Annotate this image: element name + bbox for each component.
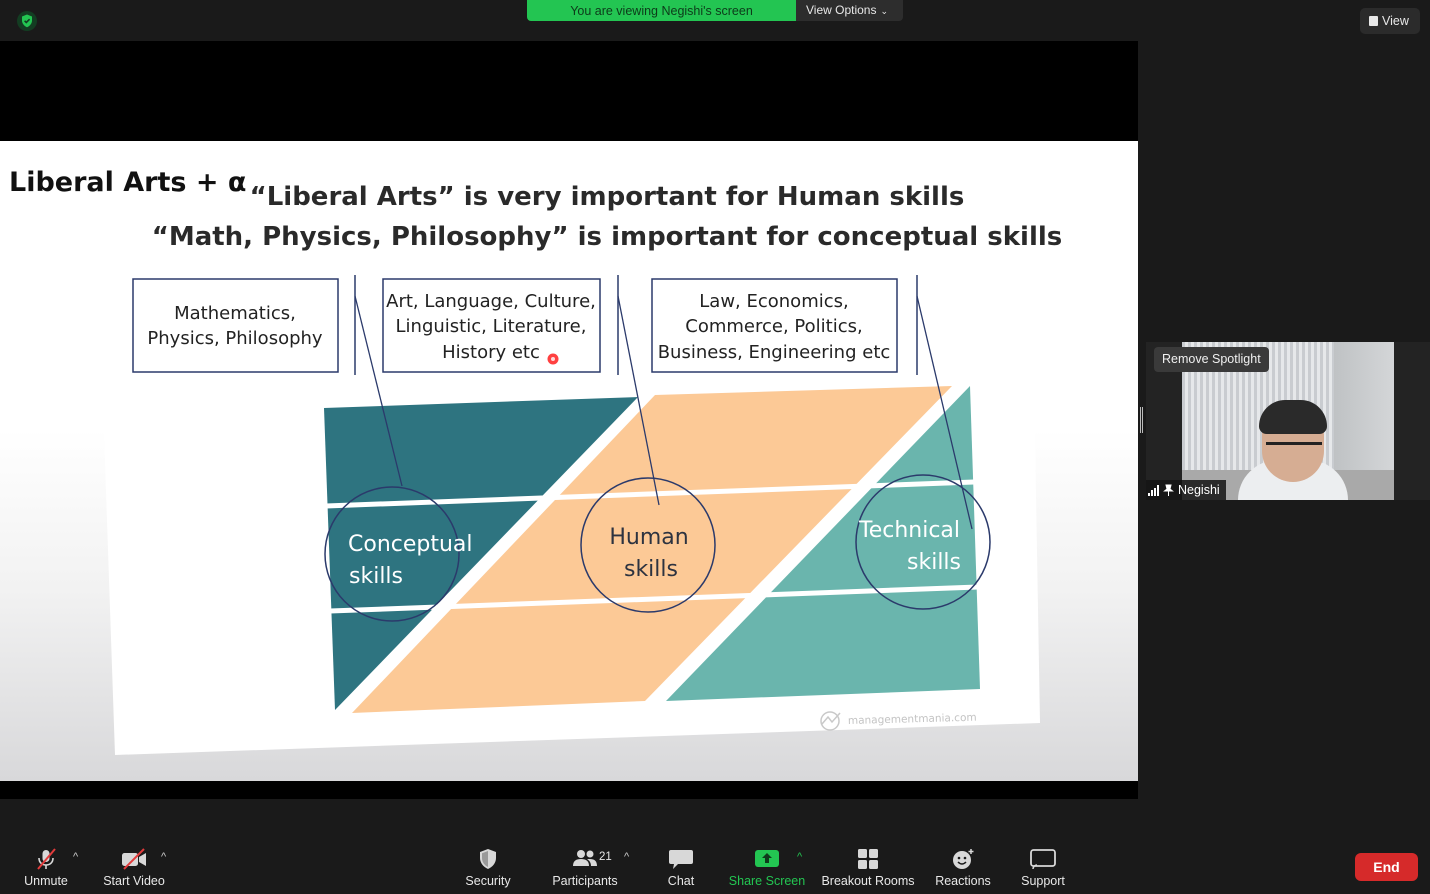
participant-video-tile[interactable]: Remove Spotlight Negishi <box>1146 342 1430 500</box>
participant-name-badge: Negishi <box>1146 480 1226 500</box>
reactions-button[interactable]: Reactions <box>930 841 996 894</box>
pin-icon <box>1163 484 1174 496</box>
box-text-line: Physics, Philosophy <box>147 328 323 349</box>
box-text-line: Art, Language, Culture, <box>386 291 596 312</box>
shared-screen: Liberal Arts + α “Liberal Arts” is very … <box>0 41 1138 799</box>
view-button[interactable]: View <box>1360 8 1420 34</box>
chevron-down-icon: ⌄ <box>880 6 889 16</box>
participant-hair <box>1259 400 1327 434</box>
box-text-line: Business, Engineering etc <box>658 342 891 363</box>
security-shield-icon[interactable] <box>17 11 37 31</box>
unmute-label: Unmute <box>24 874 68 888</box>
video-camera-off-icon <box>122 848 146 870</box>
participant-name: Negishi <box>1178 483 1220 497</box>
chat-bubble-icon <box>669 850 693 869</box>
slide-canvas: Liberal Arts + α “Liberal Arts” is very … <box>9 153 1063 755</box>
breakout-rooms-grid-icon <box>858 849 878 869</box>
reactions-smiley-icon <box>953 849 974 869</box>
participants-icon <box>573 850 597 866</box>
panel-resize-handle[interactable] <box>1140 407 1143 433</box>
slide-headline-1: “Liberal Arts” is very important for Hum… <box>250 182 965 212</box>
share-screen-icon <box>755 850 779 867</box>
start-video-button[interactable]: Start Video <box>98 841 170 894</box>
view-layout-icon <box>1369 16 1378 26</box>
viewing-banner: You are viewing Negishi's screen <box>527 0 796 21</box>
chat-label: Chat <box>667 874 695 888</box>
presentation-slide: Liberal Arts + α “Liberal Arts” is very … <box>0 141 1138 781</box>
view-options-button[interactable]: View Options ⌄ <box>796 0 903 21</box>
unmute-button[interactable]: Unmute <box>13 841 79 894</box>
breakout-rooms-button[interactable]: Breakout Rooms <box>818 841 918 894</box>
box-text-line: Law, Economics, <box>699 291 848 312</box>
box-text-line: Linguistic, Literature, <box>396 316 587 337</box>
box-text-line: Mathematics, <box>174 303 296 324</box>
video-options-caret-icon[interactable]: ^ <box>161 851 166 863</box>
view-options-label: View Options <box>806 3 877 17</box>
circle-label-conceptual: skills <box>349 564 403 589</box>
participants-button[interactable]: 21 Participants <box>546 841 624 894</box>
security-button[interactable]: Security <box>458 841 518 894</box>
box-text-line: History etc <box>442 342 540 363</box>
view-button-label: View <box>1382 14 1409 28</box>
circle-label-technical: skills <box>907 550 961 575</box>
chat-button[interactable]: Chat <box>656 841 706 894</box>
meeting-toolbar: Unmute ^ Start Video ^ Security 21 Parti… <box>0 841 1430 894</box>
content-box <box>132 278 339 373</box>
support-label: Support <box>1021 874 1065 888</box>
share-options-caret-icon[interactable]: ^ <box>797 851 802 863</box>
support-cast-icon <box>1030 849 1056 870</box>
slide-headline-2: “Math, Physics, Philosophy” is important… <box>152 222 1063 252</box>
security-shield-icon <box>480 849 496 869</box>
participant-glasses <box>1266 442 1322 454</box>
circle-label-conceptual: Conceptual <box>348 532 473 557</box>
audio-options-caret-icon[interactable]: ^ <box>73 851 78 863</box>
box-text-line: Commerce, Politics, <box>685 316 862 337</box>
breakout-rooms-label: Breakout Rooms <box>821 874 915 888</box>
end-meeting-button[interactable]: End <box>1355 853 1418 881</box>
signal-strength-icon <box>1148 484 1159 496</box>
top-bar: You are viewing Negishi's screen View Op… <box>0 0 1430 41</box>
remove-spotlight-button[interactable]: Remove Spotlight <box>1154 347 1269 372</box>
microphone-muted-icon <box>37 848 56 870</box>
participant-count-badge: 21 <box>599 851 612 863</box>
participants-options-caret-icon[interactable]: ^ <box>624 851 629 863</box>
circle-label-human: Human <box>609 525 688 550</box>
circle-label-technical: Technical <box>858 518 960 543</box>
share-screen-label: Share Screen <box>728 874 806 888</box>
participants-label: Participants <box>552 874 618 888</box>
security-label: Security <box>465 874 511 888</box>
laser-pointer-center <box>551 357 555 361</box>
slide-corner-title: Liberal Arts + α <box>9 167 246 198</box>
share-screen-button[interactable]: Share Screen <box>727 841 807 894</box>
circle-label-human: skills <box>624 557 678 582</box>
start-video-label: Start Video <box>103 874 165 888</box>
support-button[interactable]: Support <box>1013 841 1073 894</box>
reactions-label: Reactions <box>935 874 991 888</box>
